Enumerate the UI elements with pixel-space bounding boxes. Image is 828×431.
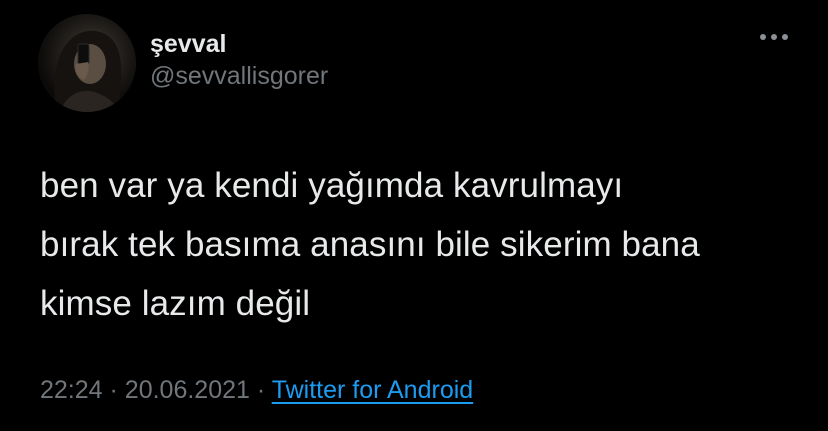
- more-dot: [782, 34, 788, 40]
- tweet-text-line: kimse lazım değil: [40, 284, 311, 323]
- username-handle[interactable]: @sevvallisgorer: [150, 60, 328, 92]
- avatar[interactable]: [38, 14, 136, 112]
- meta-separator: ·: [256, 376, 266, 404]
- tweet-header: şevval @sevvallisgorer: [38, 14, 328, 112]
- tweet-text-line: bırak tek basıma anasını bile sikerim ba…: [40, 225, 700, 264]
- tweet-date[interactable]: 20.06.2021: [125, 376, 250, 404]
- tweet-source-link[interactable]: Twitter for Android: [272, 376, 473, 404]
- avatar-photo: [38, 14, 136, 112]
- more-dot: [760, 34, 766, 40]
- meta-separator: ·: [109, 376, 118, 404]
- tweet-time[interactable]: 22:24: [40, 376, 103, 404]
- tweet-card: şevval @sevvallisgorer ben var ya kendi …: [0, 0, 828, 431]
- tweet-metadata: 22:24 · 20.06.2021 · Twitter for Android: [40, 372, 473, 408]
- tweet-text-line: ben var ya kendi yağımda kavrulmayı: [40, 166, 624, 205]
- tweet-text: ben var ya kendi yağımda kavrulmayı bıra…: [40, 156, 800, 333]
- display-name[interactable]: şevval: [150, 28, 328, 60]
- more-options-icon[interactable]: [760, 34, 788, 40]
- more-dot: [771, 34, 777, 40]
- author-names: şevval @sevvallisgorer: [150, 28, 328, 92]
